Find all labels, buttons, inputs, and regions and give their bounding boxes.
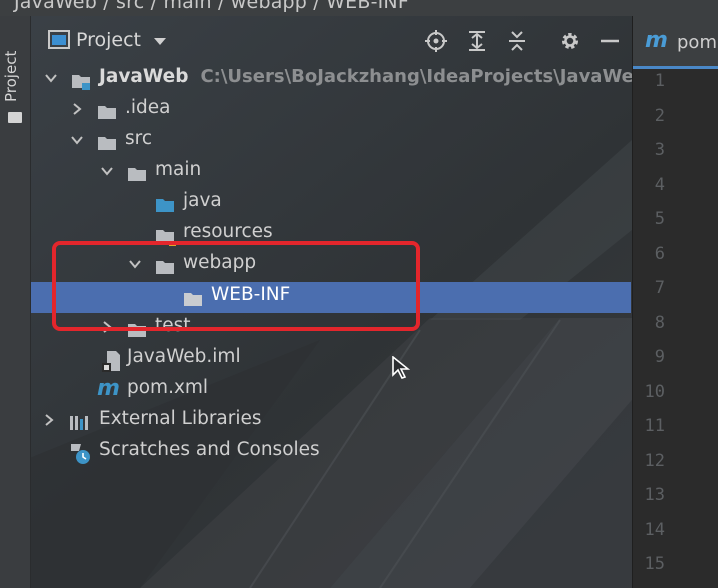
line-number: 7 (654, 278, 665, 298)
scratches-icon (71, 444, 90, 464)
chevron-down-icon[interactable] (45, 72, 57, 84)
tree-item-label: .idea (125, 97, 171, 118)
line-number: 14 (644, 520, 665, 540)
library-icon (70, 416, 88, 430)
view-dropdown-caret-icon[interactable] (154, 38, 166, 45)
panel-title[interactable]: Project (76, 29, 141, 51)
line-number: 1 (654, 71, 665, 91)
line-number: 13 (644, 485, 665, 505)
tree-item-pom-xml[interactable]: m pom.xml (31, 375, 631, 406)
folder-icon (128, 168, 146, 181)
module-folder-icon (72, 75, 90, 90)
collapse-all-icon[interactable] (507, 30, 527, 51)
gear-icon[interactable] (559, 30, 579, 50)
tree-item-label: JavaWeb.iml (127, 346, 241, 367)
line-number: 6 (654, 244, 665, 264)
tree-item-idea[interactable]: .idea (31, 95, 631, 126)
tree-item-javaweb-iml[interactable]: JavaWeb.iml (31, 344, 631, 375)
tree-item-label: java (183, 190, 222, 211)
expand-all-icon[interactable] (467, 30, 487, 51)
line-number: 9 (654, 347, 665, 367)
chevron-right-icon[interactable] (43, 414, 55, 426)
source-folder-icon (156, 199, 174, 212)
tree-item-javaweb[interactable]: JavaWeb C:\Users\BoJackzhang\IdeaProjects… (31, 64, 647, 95)
chevron-down-icon[interactable] (101, 165, 113, 177)
tree-item-external-libraries[interactable]: External Libraries (31, 406, 631, 437)
project-tool-window-tab[interactable]: Project (2, 42, 28, 132)
locate-target-icon[interactable] (425, 30, 447, 52)
mouse-cursor-icon (392, 356, 410, 379)
tree-item-main[interactable]: main (31, 157, 631, 188)
folder-icon (98, 137, 116, 150)
line-number: 10 (644, 382, 665, 402)
folder-icon (8, 112, 22, 123)
tree-item-label: Scratches and Consoles (99, 439, 320, 460)
minimize-icon[interactable] (599, 30, 619, 50)
tree-item-label: resources (183, 221, 273, 242)
line-number: 4 (654, 175, 665, 195)
tree-item-label: src (125, 128, 153, 149)
editor-area: m pom 1 2 3 4 5 6 7 8 9 10 11 12 13 14 1… (632, 16, 718, 588)
line-number: 12 (644, 451, 665, 471)
line-number: 2 (654, 106, 665, 126)
project-view-icon (48, 30, 70, 49)
maven-icon: m (645, 28, 668, 53)
line-number: 15 (644, 554, 665, 574)
line-number: 5 (654, 209, 665, 229)
tree-item-label: JavaWeb (99, 66, 189, 87)
line-number: 11 (644, 416, 665, 436)
folder-icon (98, 106, 116, 119)
project-tab-label: Project (2, 50, 20, 102)
tree-item-label: main (155, 159, 202, 180)
line-number: 3 (654, 140, 665, 160)
editor-tab-pom[interactable]: m pom (633, 16, 718, 69)
tree-item-src[interactable]: src (31, 126, 631, 157)
maven-icon: m (97, 376, 120, 401)
left-tool-stripe: Project (0, 16, 31, 588)
project-path: C:\Users\BoJackzhang\IdeaProjects\JavaWe… (200, 66, 647, 87)
iml-file-icon (102, 351, 120, 372)
chevron-right-icon[interactable] (71, 103, 83, 115)
editor-tab-label: pom (677, 32, 717, 53)
tree-item-label: pom.xml (127, 377, 209, 398)
tree-item-java[interactable]: java (31, 188, 631, 219)
chevron-down-icon[interactable] (71, 134, 83, 146)
breadcrumb: JavaWeb / src / main / webapp / WEB-INF (0, 0, 718, 16)
annotation-highlight-box (52, 241, 420, 331)
tree-item-label: External Libraries (99, 408, 262, 429)
line-number: 8 (654, 313, 665, 333)
tree-item-scratches[interactable]: Scratches and Consoles (31, 437, 631, 468)
breadcrumb-text: JavaWeb / src / main / webapp / WEB-INF (14, 0, 409, 13)
